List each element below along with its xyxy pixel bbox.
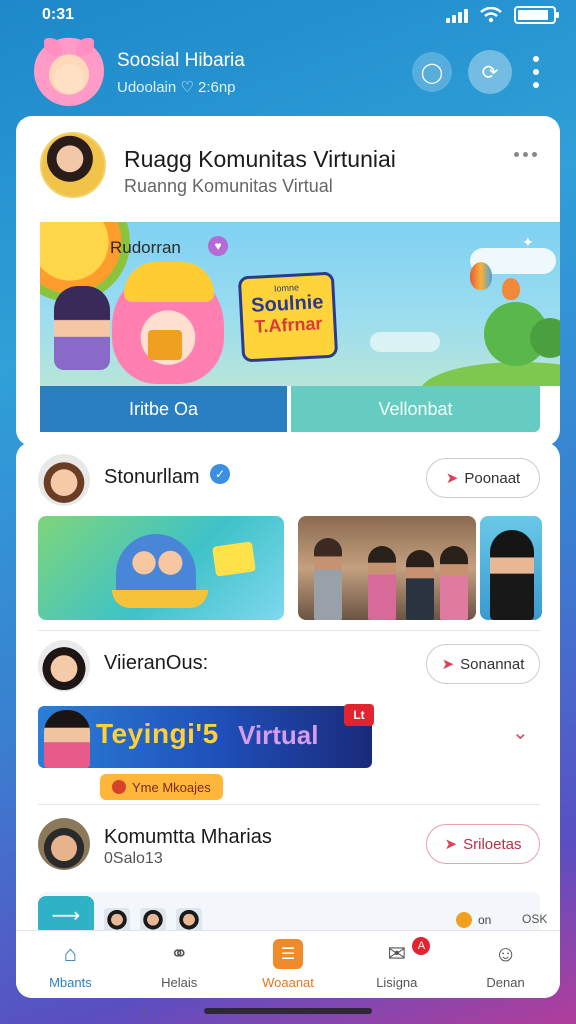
tag-icon — [112, 780, 126, 794]
divider — [38, 630, 540, 631]
game-logo: Iomne Soulnie T.Afrnar — [237, 271, 339, 363]
tab-secondary[interactable]: Vellonbat — [291, 386, 540, 432]
post-author-avatar[interactable] — [38, 454, 90, 506]
post-author-name[interactable]: Komumtta Mharias — [104, 826, 272, 849]
more-vertical-icon — [533, 56, 539, 62]
post-image[interactable] — [480, 516, 542, 620]
signal-icon — [446, 7, 468, 23]
home-icon: ⌂ — [63, 941, 78, 966]
nav-chat[interactable]: ⚭ Helais — [125, 931, 234, 998]
nav-home[interactable]: ⌂ Mbants — [16, 931, 125, 998]
profile-icon: ☺ — [494, 941, 517, 966]
post-meta: 0Salo13 — [104, 850, 163, 867]
tab-primary[interactable]: Iritbe Oa — [40, 386, 287, 432]
more-options-button[interactable] — [530, 56, 542, 88]
notifications-icon: ✉ — [387, 941, 406, 966]
back-gesture-icon[interactable]: ‹ — [142, 1002, 147, 1018]
post-author-avatar[interactable] — [38, 640, 90, 692]
notification-badge: A — [412, 937, 431, 955]
chevron-down-icon[interactable]: ⌄ — [512, 720, 529, 745]
status-icons — [446, 6, 559, 24]
nav-profile[interactable]: ☺ Denan — [451, 931, 560, 998]
banner-title: Teyingi'5 — [96, 718, 219, 749]
status-bar: 0:31 — [0, 0, 576, 32]
community-card: Ruagg Komunitas Virtuniai Ruanng Komunit… — [16, 116, 560, 446]
divider — [38, 804, 540, 805]
chat-search-icon: ◯ — [420, 61, 444, 84]
chat-search-button[interactable]: ◯ — [412, 52, 452, 92]
post-author-name[interactable]: Stonurllam — [104, 466, 200, 489]
cloud-graphic — [370, 332, 440, 352]
virtual-event-banner[interactable]: Teyingi'5 Virtual — [38, 706, 372, 768]
app-title: Soosial Hibaria — [117, 50, 245, 71]
heart-icon: ♥ — [208, 236, 228, 256]
balloon-graphic — [502, 278, 520, 300]
wifi-icon — [480, 7, 502, 23]
tag-chip[interactable]: Yme Mkoajes — [100, 774, 223, 800]
balloon-graphic — [470, 262, 492, 290]
post-action-button[interactable]: ➤ Poonaat — [426, 458, 540, 498]
post-action-button[interactable]: ➤ Sriloetas — [426, 824, 540, 864]
sync-icon: ⟳ — [481, 61, 499, 84]
app-subtitle: Udoolain ♡ 2:6np — [117, 79, 236, 96]
character-girl-illustration — [54, 286, 110, 370]
pin-icon: ➤ — [444, 836, 458, 853]
community-more-button[interactable] — [514, 152, 537, 157]
coin-icon — [456, 912, 472, 928]
community-tabs: Iritbe Oa Vellonbat — [40, 386, 540, 432]
community-avatar[interactable] — [40, 132, 106, 198]
character-bear-illustration — [112, 262, 224, 384]
sync-button[interactable]: ⟳ — [468, 50, 512, 94]
home-indicator[interactable] — [204, 1008, 372, 1014]
character-illustration — [44, 710, 90, 768]
app-logo[interactable] — [34, 36, 104, 106]
pin-icon: ➤ — [445, 470, 459, 487]
battery-icon — [514, 6, 559, 24]
coin-stat: on — [456, 912, 491, 928]
create-icon: ☰ — [272, 939, 303, 969]
hill-graphic — [420, 362, 560, 386]
verified-icon: ✓ — [210, 464, 230, 484]
nav-notifications[interactable]: ✉ A Lisigna — [342, 931, 451, 998]
community-title: Ruagg Komunitas Virtuniai — [124, 146, 396, 172]
feed-card: Stonurllam ✓ ➤ Poonaat ViieranOus: ➤ Son… — [16, 442, 560, 998]
status-time: 0:31 — [42, 6, 75, 23]
app-header: Soosial Hibaria Udoolain ♡ 2:6np ◯ ⟳ — [0, 32, 576, 114]
plane-icon: ✦ — [522, 234, 534, 250]
banner-label: Rudorran — [110, 238, 181, 257]
post-author-name[interactable]: ViieranOus: — [104, 652, 208, 675]
chat-search-icon: ⚭ — [169, 941, 189, 966]
bottom-navigation: ⌂ Mbants ⚭ Helais ☰ Woaanat ✉ A Lisigna … — [16, 930, 560, 998]
live-badge: Lt — [344, 704, 374, 726]
post-action-button[interactable]: ➤ Sonannat — [426, 644, 540, 684]
nav-create[interactable]: ☰ Woaanat — [234, 931, 343, 998]
more-horizontal-icon — [514, 152, 519, 157]
community-subtitle: Ruanng Komunitas Virtual — [124, 176, 333, 196]
post-author-avatar[interactable] — [38, 818, 90, 870]
post-image[interactable] — [298, 516, 476, 620]
pin-icon: ➤ — [441, 656, 455, 673]
community-banner[interactable]: ✦ Rudorran ♥ Iomne Soulnie T.Afrnar — [40, 222, 560, 386]
stat-label: OSK — [522, 912, 548, 926]
post-image[interactable] — [38, 516, 284, 620]
banner-title-secondary: Virtual — [238, 720, 319, 750]
